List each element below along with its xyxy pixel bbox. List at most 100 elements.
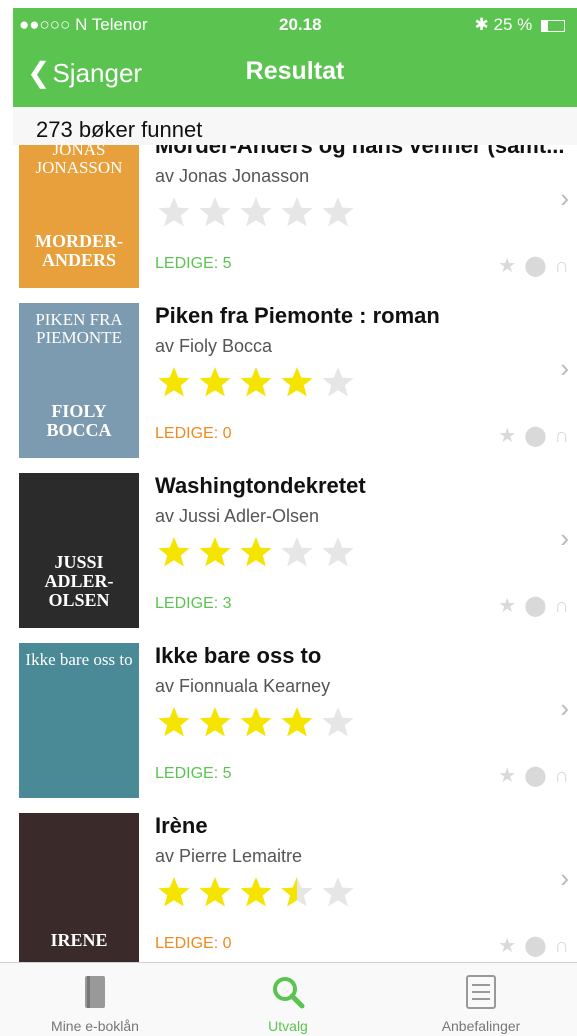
search-icon — [271, 975, 305, 1014]
star-icon — [321, 195, 355, 229]
star-icon — [157, 875, 191, 909]
chevron-right-icon: › — [560, 353, 569, 383]
cover-top-text: Ikke bare oss to — [25, 650, 133, 669]
star-icon — [198, 195, 232, 229]
book-row[interactable]: PIKEN FRA PIEMONTE FIOLY BOCCA Piken fra P… — [13, 295, 577, 466]
result-count-header: 273 bøker funnet — [13, 107, 577, 145]
battery-percent: 25 % — [493, 15, 533, 34]
availability-label: LEDIGE: 0 — [155, 935, 232, 952]
rating-stars — [157, 365, 362, 405]
format-icons: ★ ⬤ ∩ — [490, 933, 569, 958]
book-cover: PIKEN FRA PIEMONTE FIOLY BOCCA — [19, 303, 139, 458]
star-icon — [198, 705, 232, 739]
star-icon — [198, 875, 232, 909]
chevron-right-icon: › — [560, 523, 569, 553]
star-icon — [280, 875, 314, 909]
battery-indicator: ✱ 25 % — [475, 15, 565, 35]
ebook-icon: ⬤ — [524, 765, 547, 787]
headphones-icon: ∩ — [554, 595, 569, 617]
star-icon — [321, 535, 355, 569]
book-author: av Jussi Adler-Olsen — [155, 506, 320, 526]
favorite-star-icon: ★ — [498, 935, 517, 957]
ebook-icon: ⬤ — [524, 935, 547, 957]
cover-title-text: JUSSI ADLER-OLSEN — [44, 552, 114, 610]
favorite-star-icon: ★ — [498, 595, 517, 617]
book-title: Ikke bare oss to — [155, 643, 322, 668]
page-title: Resultat — [245, 57, 345, 85]
headphones-icon: ∩ — [554, 765, 569, 787]
rating-stars — [157, 195, 362, 235]
star-icon — [280, 365, 314, 399]
availability-label: LEDIGE: 0 — [155, 425, 232, 442]
cover-title-text: IRENE — [50, 930, 108, 950]
clock: 20.18 — [279, 15, 322, 34]
headphones-icon: ∩ — [554, 425, 569, 447]
book-icon — [84, 975, 106, 1014]
format-icons: ★ ⬤ ∩ — [490, 423, 569, 448]
book-row[interactable]: IRENE Irène av Pierre Lemaitre LEDIGE: 0 › ★ ⬤… — [13, 805, 577, 962]
book-author: av Fioly Bocca — [155, 336, 273, 356]
availability-label: LEDIGE: 5 — [155, 765, 232, 782]
tab-label: Anbefalinger — [441, 1018, 521, 1034]
availability-label: LEDIGE: 5 — [155, 255, 232, 272]
rating-stars — [157, 535, 362, 575]
availability-label: LEDIGE: 3 — [155, 595, 232, 612]
book-cover: Ikke bare oss to — [19, 643, 139, 798]
chevron-right-icon: › — [560, 863, 569, 893]
list-icon — [466, 975, 496, 1014]
book-list: JONAS JONASSON MORDER-ANDERS Morder-Anders… — [13, 145, 577, 962]
book-author: av Jonas Jonasson — [155, 166, 310, 186]
tab-label: Utvalg — [268, 1018, 308, 1034]
carrier-label: ●●○○○ N Telenor — [19, 15, 148, 34]
status-bar: ●●○○○ N Telenor 20.18 ✱ 25 % — [13, 8, 577, 40]
cover-title-text: FIOLY BOCCA — [46, 401, 112, 440]
favorite-star-icon: ★ — [498, 425, 517, 447]
star-icon — [280, 705, 314, 739]
book-title: Washingtondekretet — [155, 473, 366, 498]
cover-title-text: MORDER-ANDERS — [35, 231, 123, 270]
book-title: Piken fra Piemonte : roman — [155, 303, 440, 328]
book-cover: IRENE — [19, 813, 139, 962]
battery-icon — [541, 19, 565, 32]
ebook-icon: ⬤ — [524, 595, 547, 617]
tab-bar: Mine e-boklån Utvalg Anbefalinger — [0, 962, 577, 1036]
bluetooth-icon: ✱ — [474, 15, 489, 34]
tab-anbefalinger[interactable]: Anbefalinger — [386, 963, 576, 1036]
chevron-right-icon: › — [560, 693, 569, 723]
star-icon — [280, 195, 314, 229]
book-row[interactable]: JUSSI ADLER-OLSEN Washingtondekretet av Ju… — [13, 465, 577, 636]
book-author: av Fionnuala Kearney — [155, 676, 331, 696]
book-title: Morder-Anders og hans venner (samt... — [155, 145, 565, 158]
format-icons: ★ ⬤ ∩ — [490, 593, 569, 618]
star-icon — [157, 365, 191, 399]
cover-top-text: JONAS JONASSON — [35, 145, 123, 177]
star-icon — [198, 535, 232, 569]
result-count: 273 bøker funnet — [36, 117, 203, 142]
favorite-star-icon: ★ — [498, 765, 517, 787]
ebook-icon: ⬤ — [524, 425, 547, 447]
rating-stars — [157, 705, 362, 745]
tab-mine-e-boklan[interactable]: Mine e-boklån — [0, 963, 190, 1036]
star-icon — [198, 365, 232, 399]
chevron-right-icon: › — [560, 183, 569, 213]
star-icon — [239, 705, 273, 739]
book-row[interactable]: Ikke bare oss to Ikke bare oss to av Fionn… — [13, 635, 577, 806]
star-icon — [239, 365, 273, 399]
tab-label: Mine e-boklån — [51, 1018, 139, 1034]
navigation-bar: ❮Sjanger Resultat — [13, 40, 577, 106]
book-cover: JUSSI ADLER-OLSEN — [19, 473, 139, 628]
star-icon — [239, 195, 273, 229]
rating-stars — [157, 875, 362, 915]
book-row[interactable]: JONAS JONASSON MORDER-ANDERS Morder-Anders… — [13, 145, 577, 296]
star-icon — [321, 705, 355, 739]
tab-utvalg[interactable]: Utvalg — [193, 963, 383, 1036]
headphones-icon: ∩ — [554, 935, 569, 957]
cover-top-text: PIKEN FRA PIEMONTE — [35, 310, 123, 347]
format-icons: ★ ⬤ ∩ — [490, 763, 569, 788]
book-cover: JONAS JONASSON MORDER-ANDERS — [19, 145, 139, 288]
star-icon — [157, 535, 191, 569]
star-icon — [280, 535, 314, 569]
star-icon — [239, 875, 273, 909]
favorite-star-icon: ★ — [498, 255, 517, 277]
star-icon — [239, 535, 273, 569]
